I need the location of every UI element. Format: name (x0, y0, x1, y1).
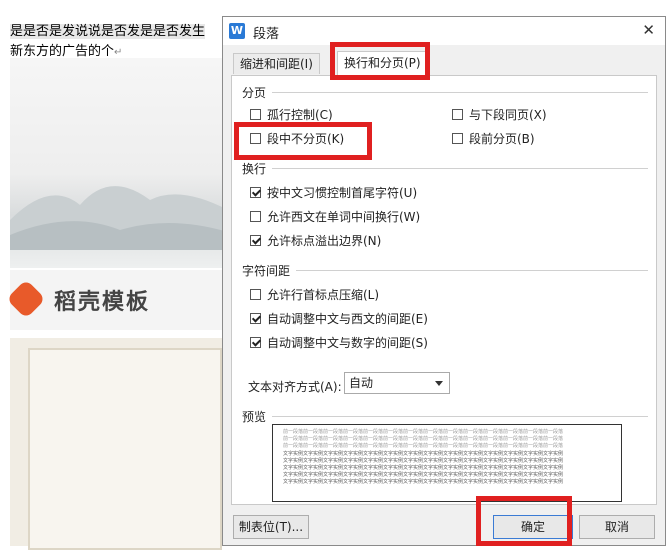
wps-writer-icon: W (229, 23, 245, 39)
preview-sample-text: 文字实例文字实例文字实例文字实例文字实例文字实例文字实例文字实例文字实例文字实例… (283, 465, 564, 471)
checkbox-box[interactable] (452, 109, 463, 120)
text-align-value: 自动 (349, 376, 374, 390)
checkbox-label: 孤行控制(C) (267, 108, 333, 122)
checkbox-auto-space-numbers[interactable]: 自动调整中文与数字的间距(S) (250, 334, 428, 351)
cancel-button[interactable]: 取消 (579, 515, 655, 539)
checkbox-label: 段中不分页(K) (267, 132, 345, 146)
mountain-illustration (10, 186, 228, 250)
section-divider (272, 92, 648, 93)
paragraph-dialog: W 段落 ✕ 缩进和间距(I) 换行和分页(P) 分页 孤行控制(C) 与下段同… (222, 16, 666, 546)
checkbox-label: 自动调整中文与数字的间距(S) (267, 336, 428, 350)
section-divider (272, 168, 648, 169)
document-text[interactable]: 是是否是发说说是否发是是否发生 新东方的广告的个↵ (10, 22, 206, 63)
checkbox-compress-punctuation[interactable]: 允许行首标点压缩(L) (250, 286, 379, 303)
checkbox-label: 允许西文在单词中间换行(W) (267, 210, 421, 224)
close-icon[interactable]: ✕ (642, 21, 655, 39)
checkbox-chinese-line-rules[interactable]: 按中文习惯控制首尾字符(U) (250, 184, 417, 201)
document-line-2: 新东方的广告的个 (10, 44, 115, 59)
checkbox-box[interactable] (452, 133, 463, 144)
checkbox-label: 允许标点溢出边界(N) (267, 234, 382, 248)
checkbox-keep-lines-together[interactable]: 段中不分页(K) (250, 130, 344, 147)
paragraph-preview: 前一段落前一段落前一段落前一段落前一段落前一段落前一段落前一段落前一段落前一段落… (272, 424, 622, 502)
checkbox-box[interactable] (250, 235, 261, 246)
preview-prev-paragraph: 前一段落前一段落前一段落前一段落前一段落前一段落前一段落前一段落前一段落前一段落… (283, 443, 564, 449)
section-divider (296, 270, 648, 271)
checkbox-label: 与下段同页(X) (469, 108, 547, 122)
section-title-preview: 预览 (242, 410, 267, 424)
paragraph-mark: ↵ (114, 47, 123, 58)
checkbox-box[interactable] (250, 313, 261, 324)
checkbox-auto-space-latin[interactable]: 自动调整中文与西文的间距(E) (250, 310, 428, 327)
dialog-titlebar[interactable]: W 段落 ✕ (223, 17, 665, 45)
ok-button[interactable]: 确定 (493, 515, 573, 539)
tab-stops-button[interactable]: 制表位(T)... (233, 515, 309, 539)
section-title-line-break: 换行 (242, 162, 267, 176)
text-align-select[interactable]: 自动 (344, 372, 450, 394)
checkbox-box[interactable] (250, 337, 261, 348)
checkbox-page-break-before[interactable]: 段前分页(B) (452, 130, 535, 147)
chevron-down-icon[interactable] (435, 381, 443, 386)
preview-sample-text: 文字实例文字实例文字实例文字实例文字实例文字实例文字实例文字实例文字实例文字实例… (283, 472, 564, 478)
checkbox-hanging-punctuation[interactable]: 允许标点溢出边界(N) (250, 232, 381, 249)
checkbox-keep-with-next[interactable]: 与下段同页(X) (452, 106, 547, 123)
document-line-1: 是是否是发说说是否发是是否发生 (10, 24, 206, 39)
checkbox-label: 允许行首标点压缩(L) (267, 288, 380, 302)
checkbox-label: 按中文习惯控制首尾字符(U) (267, 186, 418, 200)
tab-panel: 分页 孤行控制(C) 与下段同页(X) 段中不分页(K) 段前分页(B) 换行 … (231, 75, 657, 505)
checkbox-box[interactable] (250, 289, 261, 300)
checkbox-widow-control[interactable]: 孤行控制(C) (250, 106, 333, 123)
section-title-pagination: 分页 (242, 86, 267, 100)
template-frame-inner (28, 348, 222, 550)
checkbox-latin-word-wrap[interactable]: 允许西文在单词中间换行(W) (250, 208, 420, 225)
preview-prev-paragraph: 前一段落前一段落前一段落前一段落前一段落前一段落前一段落前一段落前一段落前一段落… (283, 436, 564, 442)
preview-prev-paragraph: 前一段落前一段落前一段落前一段落前一段落前一段落前一段落前一段落前一段落前一段落… (283, 429, 564, 435)
section-title-char-spacing: 字符间距 (242, 264, 291, 278)
tab-line-page-break[interactable]: 换行和分页(P) (337, 51, 428, 76)
checkbox-box[interactable] (250, 133, 261, 144)
checkbox-box[interactable] (250, 211, 261, 222)
dialog-title: 段落 (253, 27, 280, 42)
checkbox-label: 段前分页(B) (469, 132, 535, 146)
tab-indent-spacing[interactable]: 缩进和间距(I) (233, 53, 320, 74)
checkbox-box[interactable] (250, 187, 261, 198)
section-divider (272, 416, 648, 417)
checkbox-box[interactable] (250, 109, 261, 120)
checkbox-label: 自动调整中文与西文的间距(E) (267, 312, 428, 326)
text-align-label: 文本对齐方式(A): (248, 380, 342, 394)
preview-sample-text: 文字实例文字实例文字实例文字实例文字实例文字实例文字实例文字实例文字实例文字实例… (283, 458, 564, 464)
docer-logo-text: 稻壳模板 (54, 290, 151, 315)
preview-sample-text: 文字实例文字实例文字实例文字实例文字实例文字实例文字实例文字实例文字实例文字实例… (283, 451, 564, 457)
preview-sample-text: 文字实例文字实例文字实例文字实例文字实例文字实例文字实例文字实例文字实例文字实例… (283, 479, 564, 485)
